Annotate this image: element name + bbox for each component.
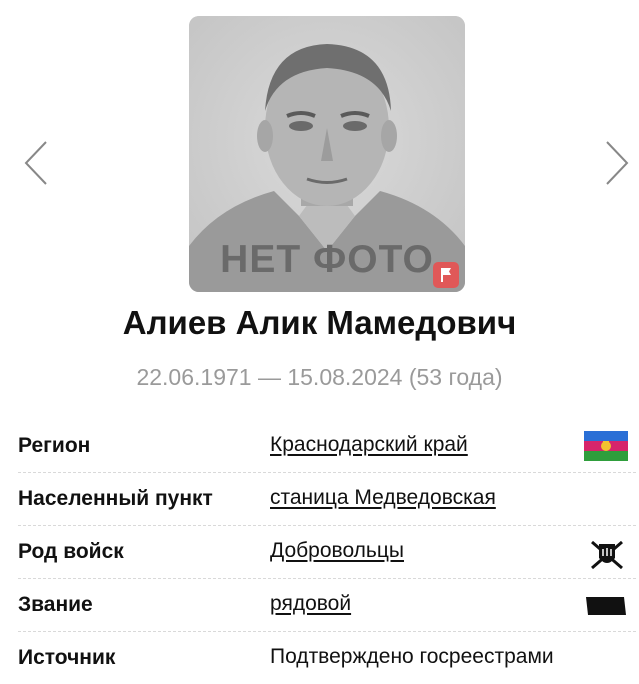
- next-arrow-icon[interactable]: [597, 138, 637, 188]
- previous-arrow-icon[interactable]: [18, 138, 58, 188]
- person-photo-placeholder: НЕТ ФОТО: [189, 16, 465, 292]
- rank-row: Звание рядовой: [18, 579, 636, 632]
- troops-label: Род войск: [18, 540, 124, 563]
- source-value: Подтверждено госреестрами: [270, 645, 554, 668]
- volunteers-emblem-icon: [591, 540, 623, 570]
- source-row: Источник Подтверждено госреестрами: [18, 632, 636, 684]
- region-label: Регион: [18, 434, 91, 457]
- rank-label: Звание: [18, 593, 93, 616]
- source-label: Источник: [18, 646, 116, 669]
- private-rank-icon: [586, 597, 626, 615]
- settlement-label: Населенный пункт: [18, 487, 213, 510]
- details-table: Регион Краснодарский край Населенный пун…: [18, 420, 636, 684]
- troops-row: Род войск Добровольцы: [18, 526, 636, 579]
- rank-link[interactable]: рядовой: [270, 592, 351, 616]
- krasnodar-flag-icon: [584, 431, 628, 461]
- flag-icon: [441, 268, 451, 282]
- person-dates: 22.06.1971 — 15.08.2024 (53 года): [136, 364, 503, 390]
- person-name: Алиев Алик Мамедович: [122, 304, 517, 341]
- region-row: Регион Краснодарский край: [18, 420, 636, 473]
- settlement-row: Населенный пункт станица Медведовская: [18, 473, 636, 526]
- no-photo-label: НЕТ ФОТО: [220, 238, 434, 281]
- report-flag-button[interactable]: [433, 262, 459, 288]
- settlement-link[interactable]: станица Медведовская: [270, 486, 496, 510]
- troops-link[interactable]: Добровольцы: [270, 539, 404, 563]
- region-link[interactable]: Краснодарский край: [270, 433, 468, 457]
